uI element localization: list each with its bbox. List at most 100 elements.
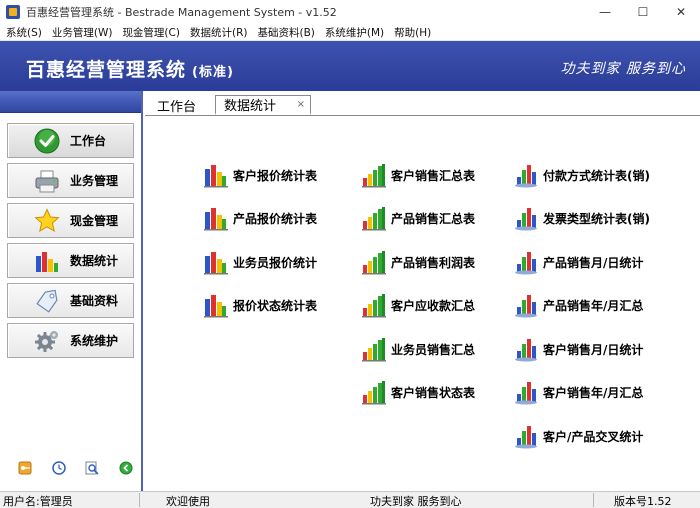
sidebar-item-cash[interactable]: 现金管理	[7, 203, 134, 238]
app-banner: 百惠经营管理系统 (标准) 功夫到家 服务到心	[0, 41, 700, 91]
status-version: 版本号1.52	[614, 495, 672, 508]
sidebar-item-label: 现金管理	[70, 214, 119, 228]
report-link[interactable]: 产品销售月/日统计	[513, 249, 643, 275]
chart-3d-icon	[513, 249, 539, 275]
chart-3d-icon	[513, 379, 539, 405]
report-label: 客户销售月/日统计	[543, 342, 644, 357]
bar-chart-icon	[203, 205, 229, 231]
checkmark-icon	[34, 128, 60, 154]
bar-chart-icon	[361, 249, 387, 275]
menu-system[interactable]: 系统(S)	[0, 25, 46, 40]
report-link[interactable]: 报价状态统计表	[203, 292, 317, 318]
report-link[interactable]: 客户销售状态表	[361, 379, 475, 405]
report-label: 付款方式统计表(销)	[543, 168, 650, 183]
chart-3d-icon	[513, 336, 539, 362]
report-link[interactable]: 客户应收款汇总	[361, 292, 475, 318]
status-slogan: 功夫到家 服务到心	[370, 495, 462, 508]
minimize-button[interactable]: —	[586, 0, 624, 24]
tab-bar: 工作台 数据统计 ×	[145, 91, 700, 116]
close-button[interactable]: ✕	[662, 0, 700, 24]
menu-maintenance[interactable]: 系统维护(M)	[319, 25, 388, 40]
status-bar: 用户名:管理员 欢迎使用 功夫到家 服务到心 版本号1.52	[0, 491, 700, 508]
status-user: 用户名:管理员	[3, 495, 73, 508]
menu-statistics[interactable]: 数据统计(R)	[184, 25, 252, 40]
title-bar: 百惠经营管理系统 - Bestrade Management System - …	[0, 0, 700, 24]
sidebar-item-label: 基础资料	[70, 294, 119, 308]
bar-chart-icon	[361, 292, 387, 318]
banner-subtitle: (标准)	[192, 65, 234, 80]
tab-label: 工作台	[157, 99, 197, 115]
bar-chart-icon	[203, 249, 229, 275]
report-label: 客户销售状态表	[391, 385, 476, 400]
key-icon[interactable]	[18, 461, 32, 475]
report-label: 产品销售汇总表	[391, 211, 476, 226]
report-label: 客户销售汇总表	[391, 168, 476, 183]
sidebar-item-workbench[interactable]: 工作台	[7, 123, 134, 158]
sidebar-shortcuts	[0, 461, 141, 481]
clock-icon[interactable]	[52, 461, 66, 475]
report-label: 发票类型统计表(销)	[543, 211, 650, 226]
report-link[interactable]: 发票类型统计表(销)	[513, 205, 650, 231]
status-separator	[593, 493, 594, 507]
bar-chart-icon	[203, 162, 229, 188]
sidebar-item-maintenance[interactable]: 系统维护	[7, 323, 134, 358]
report-label: 报价状态统计表	[233, 298, 318, 313]
bar-chart-icon	[361, 162, 387, 188]
bar-chart-icon	[361, 379, 387, 405]
report-label: 产品销售月/日统计	[543, 255, 644, 270]
banner-title: 百惠经营管理系统 (标准)	[26, 55, 234, 82]
window-title: 百惠经营管理系统 - Bestrade Management System - …	[26, 6, 337, 19]
menu-business[interactable]: 业务管理(W)	[46, 25, 117, 40]
report-link[interactable]: 付款方式统计表(销)	[513, 162, 650, 188]
report-link[interactable]: 产品销售汇总表	[361, 205, 475, 231]
sidebar-item-basic-data[interactable]: 基础资料	[7, 283, 134, 318]
sidebar-item-statistics[interactable]: 数据统计	[7, 243, 134, 278]
bar-chart-icon	[361, 205, 387, 231]
report-label: 业务员报价统计	[233, 255, 318, 270]
chart-3d-icon	[513, 162, 539, 188]
tag-icon	[34, 288, 60, 314]
report-link[interactable]: 产品销售年/月汇总	[513, 292, 643, 318]
tab-close-button[interactable]: ×	[297, 99, 305, 110]
menu-help[interactable]: 帮助(H)	[388, 25, 435, 40]
report-link[interactable]: 客户销售月/日统计	[513, 336, 643, 362]
sidebar: 工作台 业务管理 现金管理 数据统计 基础资料 系统维护	[0, 91, 143, 491]
report-label: 客户/产品交叉统计	[543, 429, 644, 444]
exit-icon[interactable]	[119, 461, 133, 475]
report-link[interactable]: 业务员销售汇总	[361, 336, 475, 362]
menu-basic-data[interactable]: 基础资料(B)	[251, 25, 318, 40]
report-label: 产品报价统计表	[233, 211, 318, 226]
chart-3d-icon	[513, 423, 539, 449]
report-label: 业务员销售汇总	[391, 342, 476, 357]
report-link[interactable]: 产品销售利润表	[361, 249, 475, 275]
menu-cash[interactable]: 现金管理(C)	[116, 25, 184, 40]
report-link[interactable]: 业务员报价统计	[203, 249, 317, 275]
sidebar-item-business[interactable]: 业务管理	[7, 163, 134, 198]
report-link[interactable]: 产品报价统计表	[203, 205, 317, 231]
statistics-panel: 客户报价统计表产品报价统计表 业务员报价统计 报价状态统计表 客户销售汇总表 产品销售汇…	[145, 116, 700, 491]
tab-workbench[interactable]: 工作台	[149, 95, 204, 115]
search-icon[interactable]	[85, 461, 99, 475]
sidebar-item-label: 系统维护	[70, 334, 119, 348]
gear-icon	[34, 328, 60, 354]
bar-chart-icon	[361, 336, 387, 362]
sidebar-item-label: 数据统计	[70, 254, 119, 268]
sidebar-item-label: 工作台	[70, 134, 107, 148]
sidebar-item-label: 业务管理	[70, 174, 119, 188]
banner-title-text: 百惠经营管理系统	[26, 59, 187, 81]
report-label: 产品销售年/月汇总	[543, 298, 644, 313]
maximize-button[interactable]: ☐	[624, 0, 662, 24]
star-icon	[34, 207, 60, 234]
sidebar-header	[0, 91, 141, 113]
report-label: 客户销售年/月汇总	[543, 385, 644, 400]
menu-bar: 系统(S) 业务管理(W) 现金管理(C) 数据统计(R) 基础资料(B) 系统…	[0, 24, 700, 41]
report-link[interactable]: 客户销售年/月汇总	[513, 379, 643, 405]
bar-chart-icon	[34, 248, 60, 274]
report-link[interactable]: 客户销售汇总表	[361, 162, 475, 188]
tab-statistics[interactable]: 数据统计 ×	[215, 95, 311, 115]
printer-icon	[34, 168, 60, 194]
report-link[interactable]: 客户/产品交叉统计	[513, 423, 643, 449]
report-label: 客户应收款汇总	[391, 298, 476, 313]
report-label: 产品销售利润表	[391, 255, 476, 270]
report-link[interactable]: 客户报价统计表	[203, 162, 317, 188]
